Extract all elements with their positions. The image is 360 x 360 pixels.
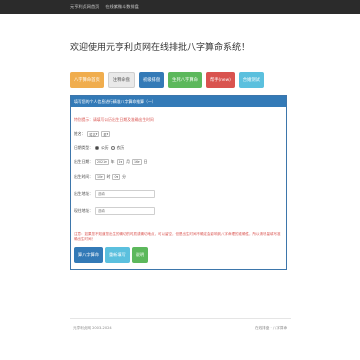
nav-button-basic[interactable]: 初级排盘 bbox=[138, 72, 165, 88]
birth-date-row: 出生日期： 2021 ▾ 年 1 ▾ 月 16 ▾ 日 bbox=[74, 159, 147, 165]
nav-button-life[interactable]: 生死八字算命 bbox=[168, 72, 202, 88]
radio-solar[interactable] bbox=[94, 146, 99, 150]
top-bar: 元亨利贞网首页 在线紫微斗数排盘 bbox=[0, 0, 360, 14]
birthplace-input[interactable] bbox=[94, 190, 155, 198]
nav-buttons: 八字算命首页 注释命盘 初级排盘 生死八字算命 帮手(new) 合婚测试 bbox=[70, 72, 264, 88]
birth-hour-select[interactable]: 10 ▾ bbox=[94, 174, 105, 180]
birth-time-label: 出生时间： bbox=[74, 174, 93, 179]
birth-year-value: 2021 bbox=[96, 160, 106, 164]
surname-select-value: 姓名 bbox=[89, 132, 96, 137]
topbar-link-ziwei[interactable]: 在线紫微斗数排盘 bbox=[105, 4, 139, 10]
topbar-link-home[interactable]: 元亨利贞网首页 bbox=[70, 4, 99, 10]
nav-button-helper[interactable]: 帮手(new) bbox=[205, 72, 235, 88]
form-buttons: 算八字算命 重新填写 说明 bbox=[74, 247, 149, 263]
unit-minute: 分 bbox=[122, 174, 126, 179]
unit-day: 日 bbox=[143, 159, 148, 164]
notice-text: 特别提示：请填写公历出生日期及准确出生时间 bbox=[74, 117, 154, 122]
radio-lunar[interactable] bbox=[110, 146, 115, 150]
birth-hour-value: 10 bbox=[96, 175, 102, 179]
birth-time-row: 出生时间： 10 ▾ 时 0 ▾ 分 bbox=[74, 174, 126, 180]
birth-year-select[interactable]: 2021 ▾ bbox=[94, 159, 109, 165]
footer-divider bbox=[70, 318, 291, 319]
help-button[interactable]: 说明 bbox=[131, 247, 149, 263]
calendar-label: 日期类型： bbox=[74, 145, 93, 150]
radio-lunar-label: 农历 bbox=[116, 145, 125, 150]
birthplace-row: 出生地址： bbox=[74, 190, 155, 198]
calendar-row: 日期类型： 公历 农历 bbox=[74, 145, 124, 151]
birth-minute-select[interactable]: 0 ▾ bbox=[112, 174, 121, 180]
name-label: 姓名： bbox=[74, 131, 86, 136]
unit-year: 年 bbox=[110, 159, 115, 164]
unit-month: 月 bbox=[126, 159, 130, 164]
residence-row: 现住地址： bbox=[74, 207, 155, 215]
gender-select[interactable]: 男 ▾ bbox=[101, 131, 111, 137]
birth-minute-value: 0 bbox=[114, 175, 117, 179]
form-note: 注意：如果您不知道您出生的确切的时辰或确切地点，可以留空，但是出生时间不确定会影… bbox=[74, 232, 281, 241]
residence-input[interactable] bbox=[94, 207, 155, 215]
reset-button[interactable]: 重新填写 bbox=[104, 247, 130, 263]
page-title: 欢迎使用元亨利贞网在线排批八字算命系统！ bbox=[70, 43, 251, 53]
birth-date-label: 出生日期： bbox=[74, 159, 93, 164]
birth-month-value: 1 bbox=[118, 160, 121, 164]
submit-button[interactable]: 算八字算命 bbox=[74, 247, 103, 263]
nav-button-annotate[interactable]: 注释命盘 bbox=[107, 72, 135, 88]
radio-solar-label: 公历 bbox=[100, 145, 109, 150]
gender-select-value: 男 bbox=[103, 132, 107, 137]
nav-button-home[interactable]: 八字算命首页 bbox=[70, 72, 104, 88]
form-panel: 填写您的个人信息进行精准八字算命推算（一） 特别提示：请填写公历出生日期及准确出… bbox=[70, 95, 287, 270]
birth-day-value: 16 bbox=[133, 160, 139, 164]
birth-month-select[interactable]: 1 ▾ bbox=[116, 159, 125, 165]
notice-row: 特别提示：请填写公历出生日期及准确出生时间 bbox=[74, 117, 154, 123]
unit-hour: 时 bbox=[106, 174, 111, 179]
footer-links[interactable]: 在线排盘 · 八字算命 bbox=[255, 326, 287, 331]
footer-copyright: 元亨利贞网 2003-2024 bbox=[73, 326, 112, 330]
birthplace-label: 出生地址： bbox=[74, 191, 93, 196]
nav-button-marriage[interactable]: 合婚测试 bbox=[238, 72, 264, 88]
residence-label: 现住地址： bbox=[74, 208, 93, 213]
birth-day-select[interactable]: 16 ▾ bbox=[131, 159, 142, 165]
panel-heading-text: 填写您的个人信息进行精准八字算命推算（一） bbox=[74, 98, 156, 104]
surname-select[interactable]: 姓名 ▾ bbox=[87, 131, 100, 137]
panel-heading: 填写您的个人信息进行精准八字算命推算（一） bbox=[71, 96, 286, 107]
name-row: 姓名： 姓名 ▾ 男 ▾ bbox=[74, 131, 111, 137]
